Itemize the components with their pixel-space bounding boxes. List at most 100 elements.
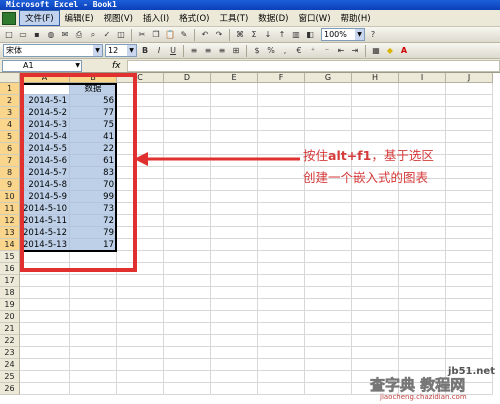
- table-cell[interactable]: [117, 383, 164, 395]
- fx-icon[interactable]: fx: [112, 61, 121, 71]
- table-cell[interactable]: 2014-5-8: [20, 179, 70, 191]
- increase-decimal-icon[interactable]: ⁺: [307, 45, 319, 57]
- new-file-icon[interactable]: □: [3, 29, 15, 41]
- table-cell[interactable]: [164, 179, 211, 191]
- table-cell[interactable]: [211, 371, 258, 383]
- table-cell[interactable]: [164, 203, 211, 215]
- permission-icon[interactable]: ◍: [45, 29, 57, 41]
- undo-icon[interactable]: ↶: [199, 29, 211, 41]
- table-cell[interactable]: [305, 323, 352, 335]
- table-cell[interactable]: 77: [70, 107, 117, 119]
- table-cell[interactable]: [258, 323, 305, 335]
- table-cell[interactable]: 72: [70, 215, 117, 227]
- table-cell[interactable]: [164, 335, 211, 347]
- table-cell[interactable]: [399, 191, 446, 203]
- table-cell[interactable]: [305, 251, 352, 263]
- table-cell[interactable]: [399, 335, 446, 347]
- table-cell[interactable]: [258, 107, 305, 119]
- table-cell[interactable]: [399, 359, 446, 371]
- row-header[interactable]: 17: [0, 275, 20, 287]
- table-cell[interactable]: [117, 275, 164, 287]
- menu-item[interactable]: 数据(D): [253, 11, 293, 25]
- table-cell[interactable]: [258, 263, 305, 275]
- table-cell[interactable]: [20, 263, 70, 275]
- table-cell[interactable]: [20, 275, 70, 287]
- table-cell[interactable]: [258, 299, 305, 311]
- column-header[interactable]: G: [305, 73, 352, 83]
- table-cell[interactable]: [305, 119, 352, 131]
- table-cell[interactable]: [352, 215, 399, 227]
- table-cell[interactable]: [305, 227, 352, 239]
- table-cell[interactable]: [211, 203, 258, 215]
- table-cell[interactable]: [20, 347, 70, 359]
- align-left-icon[interactable]: ≡: [188, 45, 200, 57]
- table-cell[interactable]: 2014-5-10: [20, 203, 70, 215]
- table-cell[interactable]: [305, 347, 352, 359]
- table-cell[interactable]: [446, 95, 493, 107]
- row-header[interactable]: 14: [0, 239, 20, 251]
- table-cell[interactable]: [446, 251, 493, 263]
- table-cell[interactable]: [399, 299, 446, 311]
- table-cell[interactable]: [211, 275, 258, 287]
- table-cell[interactable]: [164, 131, 211, 143]
- table-cell[interactable]: [258, 383, 305, 395]
- table-cell[interactable]: [258, 347, 305, 359]
- table-cell[interactable]: [70, 299, 117, 311]
- table-cell[interactable]: [258, 311, 305, 323]
- align-right-icon[interactable]: ≡: [216, 45, 228, 57]
- autosum-icon[interactable]: Σ: [248, 29, 260, 41]
- menu-item[interactable]: 工具(T): [214, 11, 253, 25]
- table-cell[interactable]: [164, 83, 211, 95]
- column-header[interactable]: A: [20, 73, 70, 83]
- table-cell[interactable]: [211, 227, 258, 239]
- table-cell[interactable]: 2014-5-5: [20, 143, 70, 155]
- font-name-select[interactable]: 宋体 ▼: [3, 44, 103, 57]
- row-header[interactable]: 11: [0, 203, 20, 215]
- row-header[interactable]: 26: [0, 383, 20, 395]
- table-cell[interactable]: [70, 359, 117, 371]
- table-cell[interactable]: [117, 119, 164, 131]
- menu-item[interactable]: 格式(O): [174, 11, 214, 25]
- table-cell[interactable]: [258, 167, 305, 179]
- sort-descending-icon[interactable]: ↑: [276, 29, 288, 41]
- table-cell[interactable]: [258, 239, 305, 251]
- table-cell[interactable]: [164, 215, 211, 227]
- table-cell[interactable]: [446, 119, 493, 131]
- table-cell[interactable]: [211, 263, 258, 275]
- table-cell[interactable]: [117, 83, 164, 95]
- table-cell[interactable]: [399, 227, 446, 239]
- table-cell[interactable]: [446, 275, 493, 287]
- table-cell[interactable]: [446, 179, 493, 191]
- table-cell[interactable]: [446, 299, 493, 311]
- table-cell[interactable]: 83: [70, 167, 117, 179]
- table-cell[interactable]: [211, 299, 258, 311]
- table-cell[interactable]: [211, 191, 258, 203]
- table-cell[interactable]: [70, 347, 117, 359]
- table-cell[interactable]: [352, 287, 399, 299]
- table-cell[interactable]: [305, 107, 352, 119]
- bold-icon[interactable]: B: [139, 45, 151, 57]
- table-cell[interactable]: [352, 359, 399, 371]
- table-cell[interactable]: [258, 119, 305, 131]
- table-cell[interactable]: [446, 311, 493, 323]
- table-cell[interactable]: [117, 359, 164, 371]
- table-cell[interactable]: [352, 107, 399, 119]
- table-cell[interactable]: [164, 263, 211, 275]
- table-cell[interactable]: [20, 359, 70, 371]
- table-cell[interactable]: [399, 287, 446, 299]
- table-cell[interactable]: [399, 239, 446, 251]
- row-header[interactable]: 2: [0, 95, 20, 107]
- table-cell[interactable]: 2014-5-12: [20, 227, 70, 239]
- table-cell[interactable]: [399, 275, 446, 287]
- column-header[interactable]: H: [352, 73, 399, 83]
- spelling-icon[interactable]: ✓: [101, 29, 113, 41]
- table-cell[interactable]: [446, 227, 493, 239]
- table-cell[interactable]: [352, 191, 399, 203]
- table-cell[interactable]: [352, 119, 399, 131]
- column-header[interactable]: B: [70, 73, 117, 83]
- table-cell[interactable]: [446, 155, 493, 167]
- table-cell[interactable]: [399, 347, 446, 359]
- table-cell[interactable]: [211, 335, 258, 347]
- table-cell[interactable]: [258, 227, 305, 239]
- table-cell[interactable]: 数据: [70, 83, 117, 95]
